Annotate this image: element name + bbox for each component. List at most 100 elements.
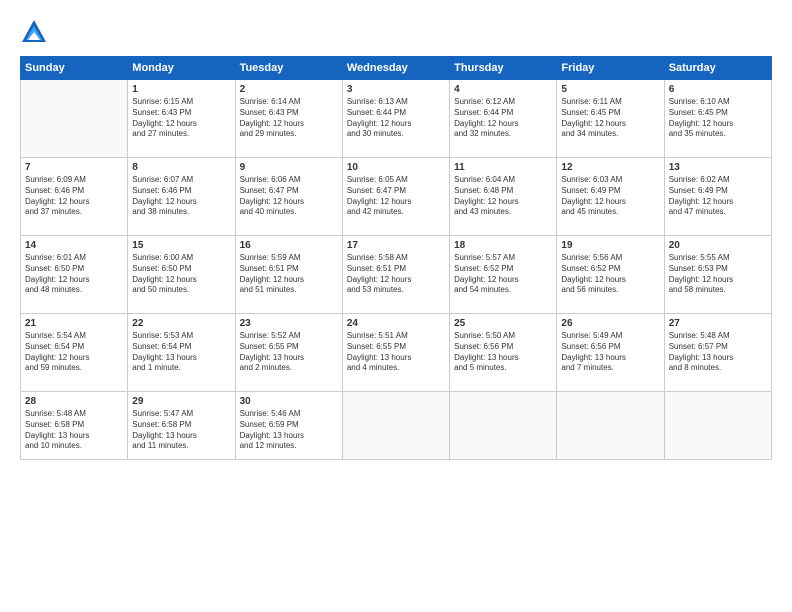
- cell-content: Sunrise: 5:52 AM Sunset: 6:55 PM Dayligh…: [240, 331, 338, 374]
- calendar-cell: 2 Sunrise: 6:14 AM Sunset: 6:43 PM Daylig…: [235, 80, 342, 158]
- calendar-cell: 10 Sunrise: 6:05 AM Sunset: 6:47 PM Dayli…: [342, 158, 449, 236]
- cell-content: Sunrise: 5:58 AM Sunset: 6:51 PM Dayligh…: [347, 253, 445, 296]
- calendar-cell: [450, 392, 557, 460]
- day-number: 28: [25, 396, 123, 407]
- day-number: 7: [25, 162, 123, 173]
- cell-content: Sunrise: 5:53 AM Sunset: 6:54 PM Dayligh…: [132, 331, 230, 374]
- calendar-cell: 22 Sunrise: 5:53 AM Sunset: 6:54 PM Dayli…: [128, 314, 235, 392]
- cell-content: Sunrise: 6:09 AM Sunset: 6:46 PM Dayligh…: [25, 175, 123, 218]
- calendar-week-row: 7 Sunrise: 6:09 AM Sunset: 6:46 PM Daylig…: [21, 158, 772, 236]
- day-number: 19: [561, 240, 659, 251]
- calendar-cell: [557, 392, 664, 460]
- calendar-cell: 1 Sunrise: 6:15 AM Sunset: 6:43 PM Daylig…: [128, 80, 235, 158]
- calendar-week-row: 21 Sunrise: 5:54 AM Sunset: 6:54 PM Dayli…: [21, 314, 772, 392]
- cell-content: Sunrise: 5:56 AM Sunset: 6:52 PM Dayligh…: [561, 253, 659, 296]
- day-number: 23: [240, 318, 338, 329]
- day-number: 1: [132, 84, 230, 95]
- calendar-cell: 15 Sunrise: 6:00 AM Sunset: 6:50 PM Dayli…: [128, 236, 235, 314]
- calendar-cell: 3 Sunrise: 6:13 AM Sunset: 6:44 PM Daylig…: [342, 80, 449, 158]
- day-number: 4: [454, 84, 552, 95]
- day-number: 30: [240, 396, 338, 407]
- day-number: 9: [240, 162, 338, 173]
- calendar-cell: 18 Sunrise: 5:57 AM Sunset: 6:52 PM Dayli…: [450, 236, 557, 314]
- calendar-cell: 4 Sunrise: 6:12 AM Sunset: 6:44 PM Daylig…: [450, 80, 557, 158]
- cell-content: Sunrise: 5:55 AM Sunset: 6:53 PM Dayligh…: [669, 253, 767, 296]
- calendar-cell: 16Sunrise: 5:59 AM Sunset: 6:51 PM Dayli…: [235, 236, 342, 314]
- calendar-cell: [664, 392, 771, 460]
- day-number: 3: [347, 84, 445, 95]
- calendar-cell: 6Sunrise: 6:10 AM Sunset: 6:45 PM Daylig…: [664, 80, 771, 158]
- header: [20, 18, 772, 46]
- calendar-week-row: 14Sunrise: 6:01 AM Sunset: 6:50 PM Dayli…: [21, 236, 772, 314]
- cell-content: Sunrise: 5:47 AM Sunset: 6:58 PM Dayligh…: [132, 409, 230, 452]
- cell-content: Sunrise: 5:49 AM Sunset: 6:56 PM Dayligh…: [561, 331, 659, 374]
- calendar-cell: [342, 392, 449, 460]
- weekday-header: Monday: [128, 57, 235, 80]
- day-number: 20: [669, 240, 767, 251]
- weekday-header: Saturday: [664, 57, 771, 80]
- day-number: 5: [561, 84, 659, 95]
- calendar-week-row: 1 Sunrise: 6:15 AM Sunset: 6:43 PM Daylig…: [21, 80, 772, 158]
- calendar-cell: 14Sunrise: 6:01 AM Sunset: 6:50 PM Dayli…: [21, 236, 128, 314]
- calendar-cell: 26 Sunrise: 5:49 AM Sunset: 6:56 PM Dayli…: [557, 314, 664, 392]
- cell-content: Sunrise: 5:50 AM Sunset: 6:56 PM Dayligh…: [454, 331, 552, 374]
- header-row: SundayMondayTuesdayWednesdayThursdayFrid…: [21, 57, 772, 80]
- page: SundayMondayTuesdayWednesdayThursdayFrid…: [0, 0, 792, 612]
- day-number: 22: [132, 318, 230, 329]
- calendar-cell: 12 Sunrise: 6:03 AM Sunset: 6:49 PM Dayli…: [557, 158, 664, 236]
- day-number: 14: [25, 240, 123, 251]
- weekday-header: Sunday: [21, 57, 128, 80]
- cell-content: Sunrise: 5:46 AM Sunset: 6:59 PM Dayligh…: [240, 409, 338, 452]
- cell-content: Sunrise: 6:15 AM Sunset: 6:43 PM Dayligh…: [132, 97, 230, 140]
- calendar-cell: 23 Sunrise: 5:52 AM Sunset: 6:55 PM Dayli…: [235, 314, 342, 392]
- calendar-cell: 11Sunrise: 6:04 AM Sunset: 6:48 PM Dayli…: [450, 158, 557, 236]
- day-number: 26: [561, 318, 659, 329]
- calendar-body: 1 Sunrise: 6:15 AM Sunset: 6:43 PM Daylig…: [21, 80, 772, 460]
- calendar-cell: 7 Sunrise: 6:09 AM Sunset: 6:46 PM Daylig…: [21, 158, 128, 236]
- cell-content: Sunrise: 6:12 AM Sunset: 6:44 PM Dayligh…: [454, 97, 552, 140]
- cell-content: Sunrise: 5:48 AM Sunset: 6:58 PM Dayligh…: [25, 409, 123, 452]
- calendar-cell: 21 Sunrise: 5:54 AM Sunset: 6:54 PM Dayli…: [21, 314, 128, 392]
- cell-content: Sunrise: 6:07 AM Sunset: 6:46 PM Dayligh…: [132, 175, 230, 218]
- calendar-cell: 24 Sunrise: 5:51 AM Sunset: 6:55 PM Dayli…: [342, 314, 449, 392]
- day-number: 15: [132, 240, 230, 251]
- weekday-header: Tuesday: [235, 57, 342, 80]
- day-number: 10: [347, 162, 445, 173]
- cell-content: Sunrise: 5:59 AM Sunset: 6:51 PM Dayligh…: [240, 253, 338, 296]
- calendar-cell: 9 Sunrise: 6:06 AM Sunset: 6:47 PM Daylig…: [235, 158, 342, 236]
- day-number: 21: [25, 318, 123, 329]
- day-number: 18: [454, 240, 552, 251]
- day-number: 24: [347, 318, 445, 329]
- day-number: 11: [454, 162, 552, 173]
- calendar-cell: 28 Sunrise: 5:48 AM Sunset: 6:58 PM Dayli…: [21, 392, 128, 460]
- cell-content: Sunrise: 6:06 AM Sunset: 6:47 PM Dayligh…: [240, 175, 338, 218]
- cell-content: Sunrise: 5:48 AM Sunset: 6:57 PM Dayligh…: [669, 331, 767, 374]
- day-number: 29: [132, 396, 230, 407]
- cell-content: Sunrise: 6:00 AM Sunset: 6:50 PM Dayligh…: [132, 253, 230, 296]
- day-number: 8: [132, 162, 230, 173]
- calendar-cell: 19 Sunrise: 5:56 AM Sunset: 6:52 PM Dayli…: [557, 236, 664, 314]
- cell-content: Sunrise: 6:13 AM Sunset: 6:44 PM Dayligh…: [347, 97, 445, 140]
- calendar-cell: 17Sunrise: 5:58 AM Sunset: 6:51 PM Dayli…: [342, 236, 449, 314]
- cell-content: Sunrise: 6:05 AM Sunset: 6:47 PM Dayligh…: [347, 175, 445, 218]
- cell-content: Sunrise: 6:14 AM Sunset: 6:43 PM Dayligh…: [240, 97, 338, 140]
- cell-content: Sunrise: 5:51 AM Sunset: 6:55 PM Dayligh…: [347, 331, 445, 374]
- calendar-cell: 30 Sunrise: 5:46 AM Sunset: 6:59 PM Dayli…: [235, 392, 342, 460]
- logo-icon: [20, 18, 48, 46]
- calendar-cell: 20 Sunrise: 5:55 AM Sunset: 6:53 PM Dayli…: [664, 236, 771, 314]
- day-number: 2: [240, 84, 338, 95]
- calendar-cell: 25Sunrise: 5:50 AM Sunset: 6:56 PM Dayli…: [450, 314, 557, 392]
- day-number: 12: [561, 162, 659, 173]
- calendar-cell: 8 Sunrise: 6:07 AM Sunset: 6:46 PM Daylig…: [128, 158, 235, 236]
- cell-content: Sunrise: 5:54 AM Sunset: 6:54 PM Dayligh…: [25, 331, 123, 374]
- weekday-header: Thursday: [450, 57, 557, 80]
- day-number: 6: [669, 84, 767, 95]
- calendar-cell: [21, 80, 128, 158]
- cell-content: Sunrise: 5:57 AM Sunset: 6:52 PM Dayligh…: [454, 253, 552, 296]
- day-number: 27: [669, 318, 767, 329]
- calendar-table: SundayMondayTuesdayWednesdayThursdayFrid…: [20, 56, 772, 460]
- calendar-cell: 13Sunrise: 6:02 AM Sunset: 6:49 PM Dayli…: [664, 158, 771, 236]
- cell-content: Sunrise: 6:11 AM Sunset: 6:45 PM Dayligh…: [561, 97, 659, 140]
- cell-content: Sunrise: 6:03 AM Sunset: 6:49 PM Dayligh…: [561, 175, 659, 218]
- logo: [20, 18, 52, 46]
